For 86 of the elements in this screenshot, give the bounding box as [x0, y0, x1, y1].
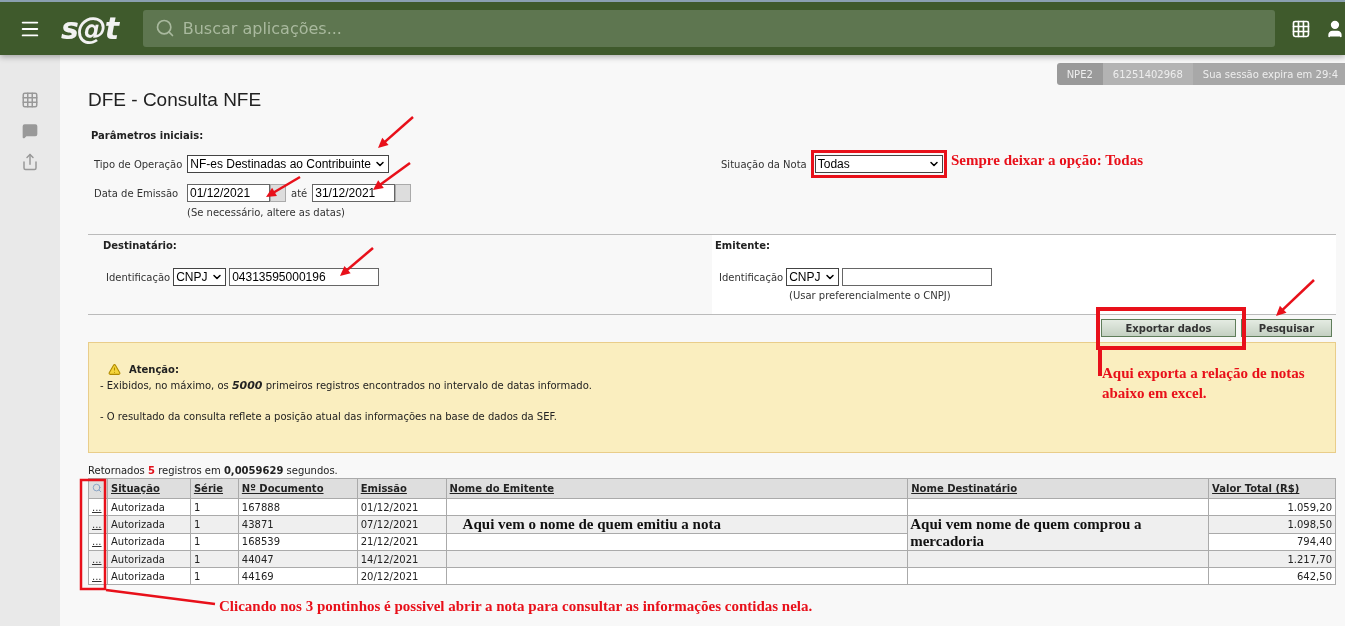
- column-header[interactable]: Emissão: [357, 478, 447, 499]
- table-cell: 44169: [238, 567, 358, 585]
- table-cell: 794,40: [1208, 533, 1336, 551]
- arrow: [378, 116, 414, 148]
- id-hint: (Usar preferencialmente o CNPJ): [788, 290, 952, 301]
- grid-icon[interactable]: [21, 91, 39, 109]
- column-header[interactable]: Nome Destinatário: [907, 478, 1209, 499]
- table-cell: Autorizada: [107, 498, 191, 516]
- field-label: Tipo de Operação: [94, 158, 183, 170]
- calendar-button[interactable]: [395, 184, 412, 202]
- table-cell: 642,50: [1208, 567, 1336, 585]
- details-link[interactable]: ...: [92, 536, 102, 548]
- user-id-label: 61251402968: [1102, 63, 1193, 85]
- logo: s@t: [60, 11, 120, 46]
- arrow: [340, 247, 374, 276]
- table-cell: 167888: [238, 498, 358, 516]
- column-header[interactable]: Nome do Emitente: [446, 478, 908, 499]
- table-cell: 1: [190, 567, 239, 585]
- table-cell: 1.217,70: [1208, 550, 1336, 568]
- id-input[interactable]: 04313595000196: [229, 268, 380, 286]
- table-cell: 1: [190, 533, 239, 551]
- table-cell: 20/12/2021: [357, 567, 447, 585]
- annotation-note: Aqui exporta a relação de notas abaixo em excel.: [1102, 364, 1306, 403]
- table-cell: 1: [190, 550, 239, 568]
- user-icon[interactable]: [1325, 18, 1345, 39]
- table-cell: 01/12/2021: [357, 498, 447, 516]
- details-link[interactable]: ...: [92, 518, 102, 530]
- warning-icon: [108, 363, 121, 376]
- session-expiry-text: Sua sessão expira em 29:4: [1192, 63, 1345, 85]
- field-label: Data de Emissão: [94, 187, 180, 199]
- id-input[interactable]: [842, 268, 993, 286]
- table-cell: 43871: [238, 515, 358, 533]
- table-cell: 1.059,20: [1208, 498, 1336, 516]
- field-label: Identificação: [106, 271, 171, 283]
- page-title: DFE - Consulta NFE: [88, 89, 263, 112]
- apps-grid-icon[interactable]: [1291, 18, 1312, 39]
- column-header[interactable]: Nº Documento: [238, 478, 358, 499]
- column-header[interactable]: Situação: [107, 478, 191, 499]
- table-cell: 1: [190, 498, 239, 516]
- column-header[interactable]: Série: [190, 478, 239, 499]
- attention-text: - O resultado da consulta reflete a posição atual das informações na base de dados da SEF.: [100, 411, 557, 422]
- search-button[interactable]: Pesquisar: [1241, 319, 1332, 337]
- id-type-select[interactable]: CNPJ: [173, 268, 227, 286]
- date-hint: (Se necessário, altere as datas): [186, 207, 346, 218]
- magnifier-icon: [92, 482, 102, 493]
- annotation-note: Sempre deixar a opção: Todas: [951, 151, 1143, 170]
- date-from-input[interactable]: 01/12/2021: [187, 184, 270, 202]
- search-icon: [154, 18, 175, 38]
- results-summary: Retornados 5 registros em 0,0059629 segundos.: [88, 465, 339, 476]
- operation-select[interactable]: NF-es Destinadas ao Contribuinte: [187, 155, 390, 173]
- table-cell: 168539: [238, 533, 358, 551]
- table-cell: 44047: [238, 550, 358, 568]
- details-link[interactable]: ...: [92, 501, 102, 513]
- export-icon[interactable]: [21, 153, 39, 171]
- field-label: Identificação: [719, 271, 784, 283]
- annotation-note: Clicando nos 3 pontinhos é possivel abrir a nota para consultar as informações contidas nela.: [219, 597, 813, 616]
- range-separator: até: [291, 187, 308, 199]
- date-to-input[interactable]: 31/12/2021: [312, 184, 396, 202]
- table-cell: Autorizada: [107, 533, 191, 551]
- table-cell: 07/12/2021: [357, 515, 447, 533]
- details-link[interactable]: ...: [92, 570, 102, 582]
- table-cell: Autorizada: [107, 567, 191, 585]
- details-link[interactable]: ...: [92, 553, 102, 565]
- table-cell: 21/12/2021: [357, 533, 447, 551]
- table-cell: Autorizada: [107, 550, 191, 568]
- field-label: Situação da Nota: [721, 158, 807, 170]
- section-heading: Emitente:: [715, 240, 771, 251]
- status-select[interactable]: Todas: [814, 155, 943, 173]
- attention-title: Atenção:: [129, 364, 179, 375]
- table-cell: 1: [190, 515, 239, 533]
- environment-label: NPE2: [1056, 63, 1103, 85]
- search-field[interactable]: Buscar aplicações...: [142, 10, 1276, 47]
- arrow: [1276, 279, 1315, 316]
- chat-icon[interactable]: [22, 123, 38, 139]
- section-heading: Parâmetros iniciais:: [90, 130, 205, 141]
- column-header[interactable]: Valor Total (R$): [1208, 478, 1336, 499]
- attention-text: - Exibidos, no máximo, os 5000 primeiros registros encontrados no intervalo de datas informado.: [100, 379, 592, 392]
- arrow: [373, 162, 411, 190]
- section-heading: Destinatário:: [103, 240, 178, 251]
- annotation-note: Aqui vem o nome de quem emitiu a nota: [462, 517, 721, 532]
- table-cell: 1.098,50: [1208, 515, 1336, 533]
- id-type-select[interactable]: CNPJ: [786, 268, 840, 286]
- export-button[interactable]: Exportar dados: [1101, 319, 1236, 337]
- table-cell: Autorizada: [107, 515, 191, 533]
- annotation-note: Aqui vem nome de quem comprou a mercadoria: [910, 516, 1143, 550]
- table-cell: 14/12/2021: [357, 550, 447, 568]
